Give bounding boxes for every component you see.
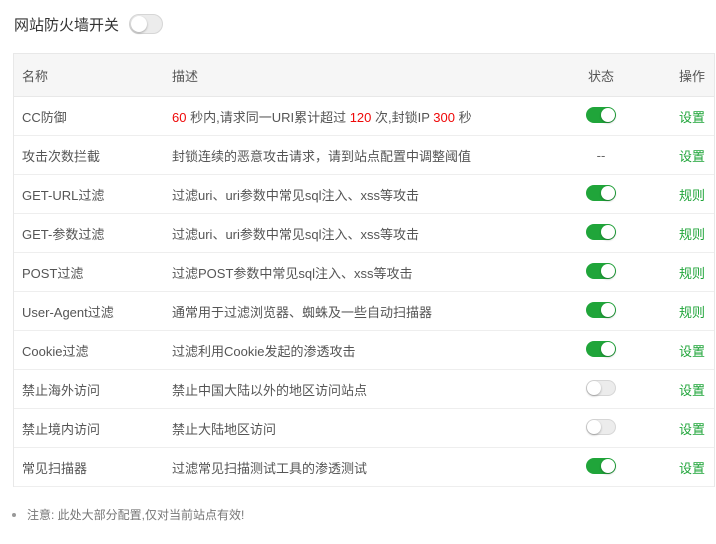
- rule-op: 设置: [630, 380, 714, 399]
- desc-text: 秒: [455, 109, 472, 125]
- settings-link[interactable]: 设置: [679, 149, 705, 164]
- notice: 注意: 此处大部分配置,仅对当前站点有效!: [12, 506, 244, 523]
- firewall-master-switch[interactable]: [129, 14, 164, 34]
- cc-block-seconds-value: 300: [433, 109, 455, 125]
- desc-text: 秒内,请求同一URI累计超过: [186, 109, 350, 125]
- rule-name: Cookie过滤: [22, 343, 89, 359]
- rule-desc: 封锁连续的恶意攻击请求，请到站点配置中调整阈值: [172, 148, 472, 164]
- firewall-header: 网站防火墙开关: [14, 10, 164, 38]
- rule-op: 规则: [630, 263, 714, 282]
- rule-op: 规则: [630, 185, 714, 204]
- column-header-name: 名称: [22, 68, 49, 84]
- rule-name: GET-参数过滤: [22, 226, 105, 242]
- rule-name: User-Agent过滤: [22, 304, 114, 320]
- table-row: POST过滤 过滤POST参数中常见sql注入、xss等攻击 规则: [14, 253, 714, 292]
- rule-name: 攻击次数拦截: [22, 148, 101, 164]
- cc-seconds-value: 60: [172, 109, 187, 125]
- rule-op: 设置: [630, 458, 714, 477]
- rule-desc: 过滤uri、uri参数中常见sql注入、xss等攻击: [172, 187, 420, 203]
- switch-knob: [601, 263, 615, 278]
- table-row: CC防御 60 秒内,请求同一URI累计超过 120 次,封锁IP 300 秒 …: [14, 97, 714, 136]
- rule-status: [572, 262, 630, 282]
- rule-name: POST过滤: [22, 265, 84, 281]
- rule-desc: 过滤利用Cookie发起的渗透攻击: [172, 343, 356, 359]
- rules-link[interactable]: 规则: [679, 305, 705, 320]
- table-row: GET-URL过滤 过滤uri、uri参数中常见sql注入、xss等攻击 规则: [14, 175, 714, 214]
- rule-status: --: [572, 148, 630, 163]
- rule-name: 常见扫描器: [22, 460, 88, 476]
- rule-desc: 禁止大陆地区访问: [172, 421, 277, 437]
- settings-link[interactable]: 设置: [679, 110, 705, 125]
- rule-status: [572, 457, 630, 477]
- rule-status: [572, 379, 630, 399]
- switch-knob: [131, 16, 148, 32]
- switch-knob: [601, 107, 615, 122]
- table-row: 禁止境内访问 禁止大陆地区访问 设置: [14, 409, 714, 448]
- rule-desc: 过滤常见扫描测试工具的渗透测试: [172, 460, 368, 476]
- rule-status-switch[interactable]: [586, 379, 616, 396]
- firewall-rules-table: 名称 描述 状态 操作 CC防御 60 秒内,请求同一URI累计超过 120 次…: [13, 53, 715, 487]
- rule-name: CC防御: [22, 109, 67, 125]
- switch-knob: [587, 419, 601, 434]
- rule-status: [572, 106, 630, 126]
- notice-text: 注意: 此处大部分配置,仅对当前站点有效!: [27, 508, 245, 522]
- table-row: User-Agent过滤 通常用于过滤浏览器、蜘蛛及一些自动扫描器 规则: [14, 292, 714, 331]
- rule-name: 禁止海外访问: [22, 382, 101, 398]
- rule-status-switch[interactable]: [586, 223, 616, 240]
- settings-link[interactable]: 设置: [679, 461, 705, 476]
- settings-link[interactable]: 设置: [679, 344, 705, 359]
- rule-status-switch[interactable]: [586, 301, 616, 318]
- switch-knob: [601, 185, 615, 200]
- rule-status-switch[interactable]: [586, 418, 616, 435]
- settings-link[interactable]: 设置: [679, 422, 705, 437]
- column-header-op: 操作: [678, 68, 705, 84]
- rule-status: [572, 418, 630, 438]
- switch-knob: [587, 380, 601, 395]
- rule-desc: 60 秒内,请求同一URI累计超过 120 次,封锁IP 300 秒: [172, 107, 572, 126]
- table-row: 攻击次数拦截 封锁连续的恶意攻击请求，请到站点配置中调整阈值 -- 设置: [14, 136, 714, 175]
- bullet-icon: [12, 512, 16, 517]
- column-header-desc: 描述: [172, 68, 199, 84]
- table-row: Cookie过滤 过滤利用Cookie发起的渗透攻击 设置: [14, 331, 714, 370]
- rule-desc: 过滤uri、uri参数中常见sql注入、xss等攻击: [172, 226, 420, 242]
- rule-op: 设置: [630, 341, 714, 360]
- rule-desc: 过滤POST参数中常见sql注入、xss等攻击: [172, 265, 413, 281]
- rule-desc: 通常用于过滤浏览器、蜘蛛及一些自动扫描器: [172, 304, 433, 320]
- rule-op: 设置: [630, 146, 714, 165]
- cc-count-value: 120: [349, 109, 372, 125]
- rule-op: 规则: [630, 302, 714, 321]
- rule-status: [572, 340, 630, 360]
- switch-knob: [601, 458, 615, 473]
- rule-op: 规则: [630, 224, 714, 243]
- table-row: GET-参数过滤 过滤uri、uri参数中常见sql注入、xss等攻击 规则: [14, 214, 714, 253]
- rule-desc: 禁止中国大陆以外的地区访问站点: [172, 382, 368, 398]
- rule-name: GET-URL过滤: [22, 187, 105, 203]
- settings-link[interactable]: 设置: [679, 383, 705, 398]
- status-placeholder: --: [596, 147, 606, 163]
- rule-status-switch[interactable]: [586, 184, 616, 201]
- rule-status: [572, 184, 630, 204]
- rules-link[interactable]: 规则: [679, 188, 705, 203]
- firewall-switch-label: 网站防火墙开关: [14, 16, 120, 34]
- table-header: 名称 描述 状态 操作: [14, 54, 714, 97]
- desc-text: 次,封锁IP: [371, 109, 434, 125]
- column-header-status: 状态: [587, 68, 614, 84]
- switch-knob: [601, 341, 615, 356]
- rule-name: 禁止境内访问: [22, 421, 101, 437]
- rule-status-switch[interactable]: [586, 106, 616, 123]
- rule-status-switch[interactable]: [586, 457, 616, 474]
- rule-op: 设置: [630, 107, 714, 126]
- rule-status-switch[interactable]: [586, 340, 616, 357]
- rules-link[interactable]: 规则: [679, 227, 705, 242]
- switch-knob: [601, 224, 615, 239]
- rule-status-switch[interactable]: [586, 262, 616, 279]
- rule-status: [572, 301, 630, 321]
- rules-link[interactable]: 规则: [679, 266, 705, 281]
- switch-knob: [601, 302, 615, 317]
- rule-status: [572, 223, 630, 243]
- table-row: 禁止海外访问 禁止中国大陆以外的地区访问站点 设置: [14, 370, 714, 409]
- rule-op: 设置: [630, 419, 714, 438]
- table-row: 常见扫描器 过滤常见扫描测试工具的渗透测试 设置: [14, 448, 714, 487]
